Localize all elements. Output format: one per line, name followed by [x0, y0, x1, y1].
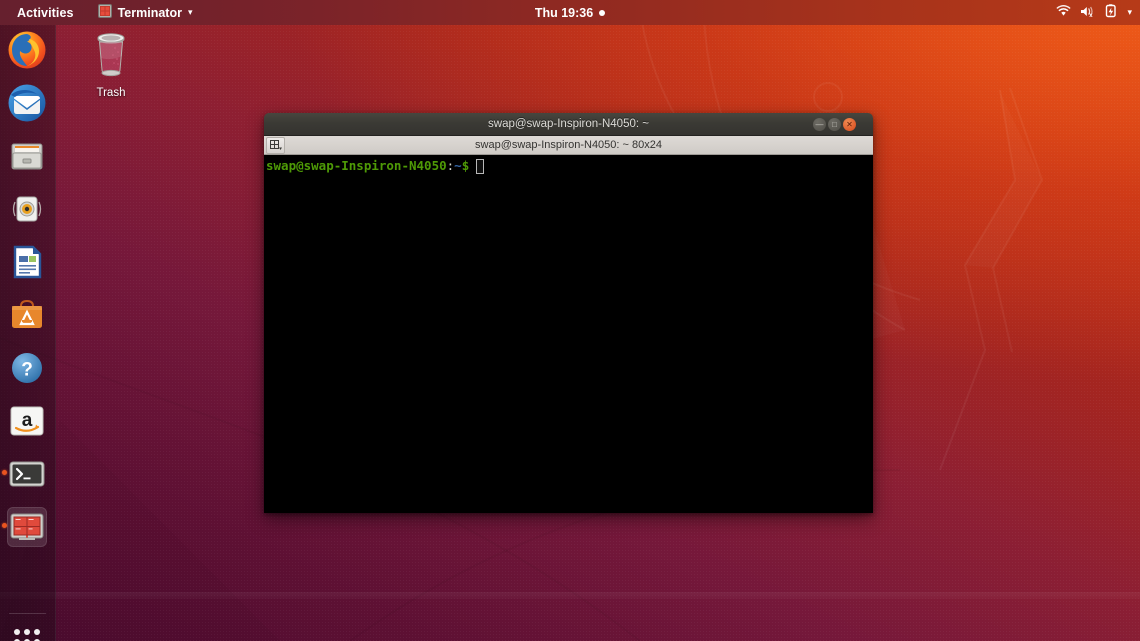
volume-muted-icon: x — [1080, 5, 1096, 21]
terminal-tabbar: swap@swap-Inspiron-N4050: ~ 80x24 — [264, 136, 873, 155]
trash-icon — [78, 30, 144, 85]
dock-item-firefox[interactable] — [7, 30, 47, 70]
dock-item-libreoffice-writer[interactable] — [7, 242, 47, 282]
maximize-button[interactable]: □ — [828, 118, 841, 131]
grid-dot-icon — [14, 629, 20, 635]
app-menu-label: Terminator — [118, 6, 182, 20]
prompt-path: ~ — [454, 158, 462, 174]
dock-item-help[interactable]: ? — [7, 348, 47, 388]
window-title: swap@swap-Inspiron-N4050: ~ — [264, 113, 873, 135]
dock-item-terminator[interactable] — [7, 507, 47, 547]
grid-dot-icon — [24, 629, 30, 635]
desktop[interactable]: Activities Terminator ▾ Thu 19:36 — [0, 0, 1140, 641]
minimize-button[interactable]: — — [813, 118, 826, 131]
close-button[interactable]: ✕ — [843, 118, 856, 131]
prompt-user-host: swap@swap-Inspiron-N4050 — [266, 158, 447, 174]
terminal-screen[interactable]: swap@swap-Inspiron-N4050:~$ — [264, 155, 873, 513]
block-cursor — [476, 159, 484, 174]
system-menu-chevron-icon[interactable]: ▾ — [1127, 8, 1132, 17]
dock: ? a — [0, 25, 56, 641]
window-titlebar[interactable]: swap@swap-Inspiron-N4050: ~ — □ ✕ — [264, 113, 873, 136]
terminator-window[interactable]: swap@swap-Inspiron-N4050: ~ — □ ✕ swap@s… — [264, 113, 873, 513]
dock-item-terminal[interactable] — [7, 454, 47, 494]
dock-item-ubuntu-software[interactable] — [7, 295, 47, 335]
battery-charging-icon — [1105, 4, 1118, 21]
notification-dot-icon — [599, 10, 605, 16]
running-indicator-dot — [2, 523, 7, 528]
show-applications-button[interactable] — [7, 622, 47, 641]
status-menu[interactable]: x ▾ — [1056, 0, 1132, 25]
terminal-prompt-line: swap@swap-Inspiron-N4050:~$ — [266, 158, 873, 174]
dock-item-amazon[interactable]: a — [7, 401, 47, 441]
chevron-down-icon: ▾ — [188, 8, 193, 17]
app-menu-button[interactable]: Terminator ▾ — [93, 2, 198, 23]
top-bar: Activities Terminator ▾ Thu 19:36 — [0, 0, 1140, 25]
window-controls: — □ ✕ — [813, 118, 856, 131]
dock-separator — [9, 613, 46, 614]
grid-dot-icon — [34, 629, 40, 635]
svg-text:a: a — [22, 410, 33, 431]
dock-item-thunderbird[interactable] — [7, 83, 47, 123]
clock-label[interactable]: Thu 19:36 — [535, 6, 593, 20]
running-indicator-dot — [2, 470, 7, 475]
desktop-icon-trash[interactable]: Trash — [78, 30, 144, 100]
activities-button[interactable]: Activities — [11, 4, 80, 22]
dock-item-rhythmbox[interactable] — [7, 189, 47, 229]
wifi-icon — [1056, 5, 1071, 21]
wallpaper-highlight-band — [0, 592, 1140, 599]
terminator-app-icon — [98, 4, 112, 21]
terminal-tab-title[interactable]: swap@swap-Inspiron-N4050: ~ 80x24 — [264, 136, 873, 154]
svg-text:x: x — [1090, 13, 1094, 18]
prompt-sigil: $ — [462, 158, 470, 174]
dock-item-files[interactable] — [7, 136, 47, 176]
svg-text:?: ? — [21, 360, 33, 381]
desktop-icon-label: Trash — [78, 87, 144, 99]
prompt-colon: : — [447, 158, 455, 174]
